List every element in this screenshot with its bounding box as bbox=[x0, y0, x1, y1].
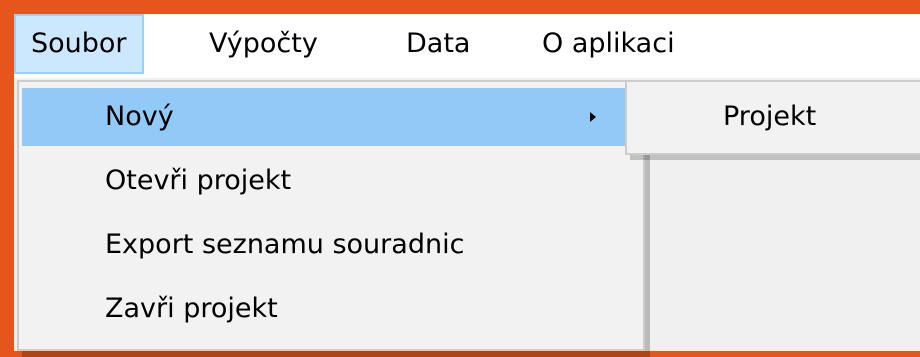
menu-data[interactable]: Data bbox=[391, 14, 485, 74]
menu-item-otevri-projekt[interactable]: Otevři projekt bbox=[22, 152, 640, 210]
menu-bar: Soubor Výpočty Data O aplikaci bbox=[14, 14, 920, 78]
menu-vypocty[interactable]: Výpočty bbox=[194, 14, 333, 74]
menu-item-export-seznamu-souradnic[interactable]: Export seznamu souradnic bbox=[22, 216, 640, 274]
novy-submenu: Projekt bbox=[625, 80, 920, 155]
menu-item-zavri-projekt[interactable]: Zavři projekt bbox=[22, 280, 640, 338]
chevron-right-icon bbox=[590, 112, 596, 122]
menu-item-novy-label: Nový bbox=[105, 101, 174, 132]
menu-o-aplikaci[interactable]: O aplikaci bbox=[527, 14, 690, 74]
menu-item-otevri-projekt-label: Otevři projekt bbox=[105, 165, 292, 196]
window-frame-top bbox=[0, 0, 920, 14]
menu-soubor[interactable]: Soubor bbox=[14, 14, 144, 74]
submenu-item-projekt[interactable]: Projekt bbox=[630, 88, 920, 146]
soubor-dropdown-menu: Nový Otevři projekt Export seznamu soura… bbox=[17, 80, 645, 351]
window-frame-left bbox=[0, 0, 14, 351]
app-window: Soubor Výpočty Data O aplikaci Nový Otev… bbox=[14, 14, 920, 357]
menu-item-novy[interactable]: Nový bbox=[22, 88, 640, 146]
submenu-item-projekt-label: Projekt bbox=[723, 101, 817, 132]
menu-item-export-label: Export seznamu souradnic bbox=[105, 229, 465, 260]
menu-item-zavri-projekt-label: Zavři projekt bbox=[105, 293, 278, 324]
